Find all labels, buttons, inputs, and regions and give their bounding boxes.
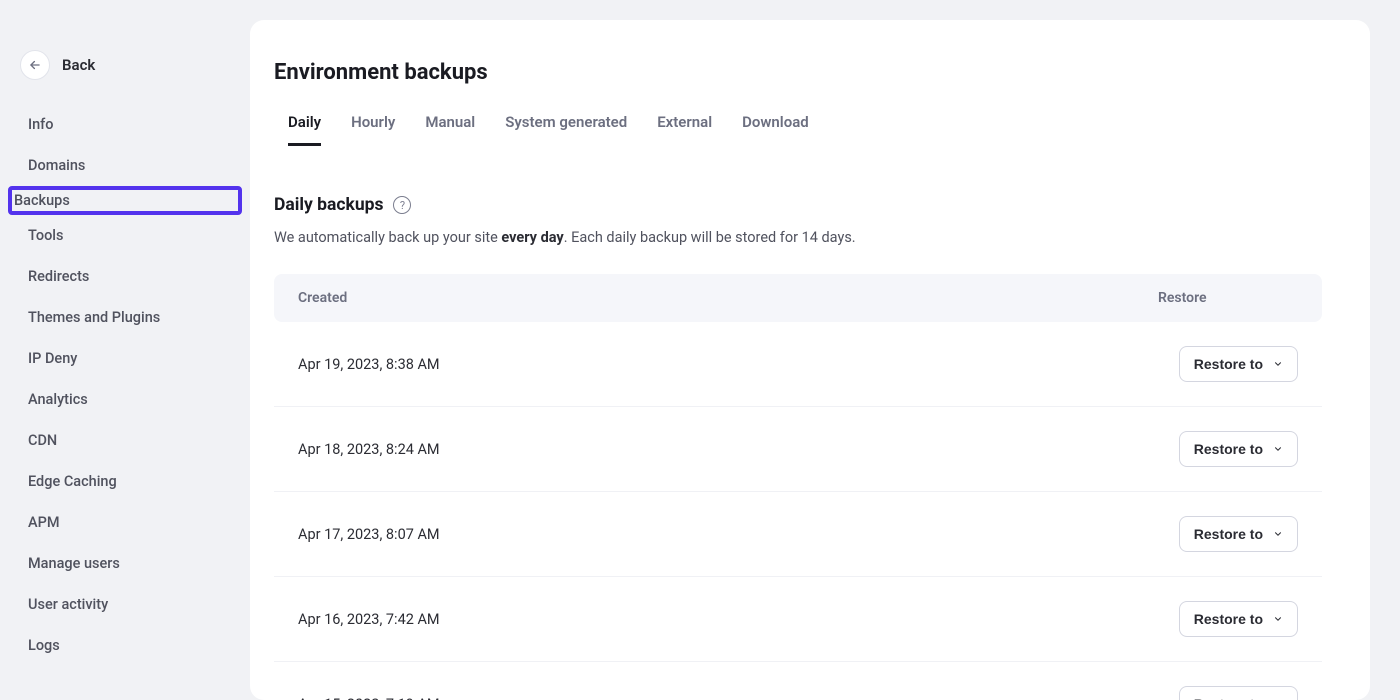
restore-to-button[interactable]: Restore to [1179,346,1298,382]
section-header: Daily backups ? [274,195,1322,215]
restore-to-button[interactable]: Restore to [1179,431,1298,467]
sidebar-item-ip-deny[interactable]: IP Deny [8,338,242,379]
col-created: Created [298,290,1158,306]
section-description: We automatically back up your site every… [274,229,1322,246]
tab-external[interactable]: External [657,113,712,146]
tab-daily[interactable]: Daily [288,113,321,146]
section-title: Daily backups [274,195,383,215]
tab-system-generated[interactable]: System generated [505,113,627,146]
col-restore: Restore [1158,290,1298,306]
restore-to-button[interactable]: Restore to [1179,516,1298,552]
backups-table: Created Restore Apr 19, 2023, 8:38 AM Re… [274,274,1322,700]
table-row: Apr 17, 2023, 8:07 AM Restore to [274,492,1322,577]
chevron-down-icon [1273,444,1283,454]
back-row: Back [8,50,242,104]
chevron-down-icon [1273,614,1283,624]
sidebar-item-domains[interactable]: Domains [8,145,242,186]
tab-manual[interactable]: Manual [425,113,475,146]
sidebar-item-analytics[interactable]: Analytics [8,379,242,420]
sidebar-item-backups[interactable]: Backups [8,186,242,215]
sidebar-item-tools[interactable]: Tools [8,215,242,256]
restore-to-button[interactable]: Restore to [1179,601,1298,637]
cell-created: Apr 16, 2023, 7:42 AM [298,611,1158,628]
sidebar-item-apm[interactable]: APM [8,502,242,543]
tab-hourly[interactable]: Hourly [351,113,395,146]
tabs: Daily Hourly Manual System generated Ext… [274,113,1322,147]
sidebar-item-info[interactable]: Info [8,104,242,145]
cell-created: Apr 19, 2023, 8:38 AM [298,356,1158,373]
cell-created: Apr 18, 2023, 8:24 AM [298,441,1158,458]
sidebar-item-themes-plugins[interactable]: Themes and Plugins [8,297,242,338]
table-row: Apr 15, 2023, 7:19 AM Restore to [274,662,1322,700]
arrow-left-icon [28,58,42,72]
cell-created: Apr 17, 2023, 8:07 AM [298,526,1158,543]
main-panel: Environment backups Daily Hourly Manual … [250,20,1370,700]
cell-created: Apr 15, 2023, 7:19 AM [298,696,1158,700]
sidebar-item-logs[interactable]: Logs [8,625,242,666]
chevron-down-icon [1273,359,1283,369]
table-row: Apr 18, 2023, 8:24 AM Restore to [274,407,1322,492]
tab-download[interactable]: Download [742,113,809,146]
chevron-down-icon [1273,529,1283,539]
sidebar-nav: Info Domains Backups Tools Redirects The… [8,104,242,666]
sidebar-item-cdn[interactable]: CDN [8,420,242,461]
table-header: Created Restore [274,274,1322,322]
sidebar-item-user-activity[interactable]: User activity [8,584,242,625]
table-row: Apr 19, 2023, 8:38 AM Restore to [274,322,1322,407]
sidebar-item-redirects[interactable]: Redirects [8,256,242,297]
page-title: Environment backups [274,60,1322,85]
sidebar: Back Info Domains Backups Tools Redirect… [0,0,250,700]
help-icon[interactable]: ? [393,196,411,214]
sidebar-item-edge-caching[interactable]: Edge Caching [8,461,242,502]
restore-to-button[interactable]: Restore to [1179,686,1298,700]
back-button[interactable] [20,50,50,80]
back-label[interactable]: Back [62,56,95,74]
table-row: Apr 16, 2023, 7:42 AM Restore to [274,577,1322,662]
sidebar-item-manage-users[interactable]: Manage users [8,543,242,584]
